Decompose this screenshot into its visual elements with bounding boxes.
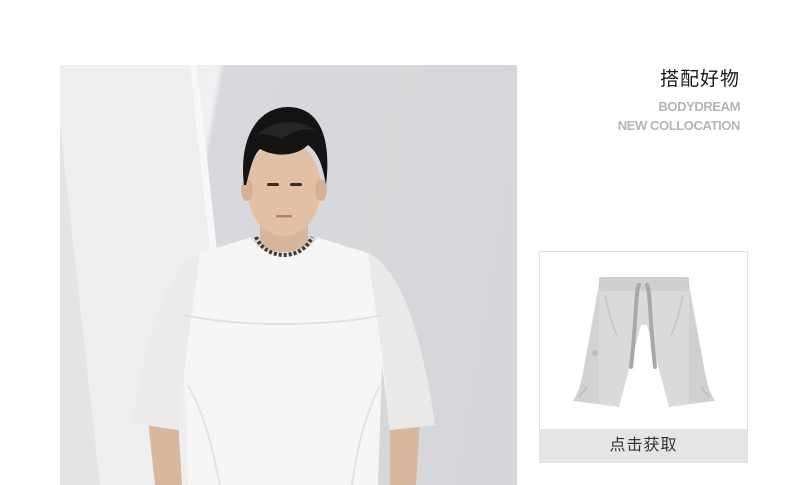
hero-model-image bbox=[60, 65, 517, 485]
product-card-shorts[interactable]: 点击获取 bbox=[539, 251, 748, 463]
get-product-button[interactable]: 点击获取 bbox=[540, 429, 747, 462]
section-subtitle-brand: BODYDREAM bbox=[658, 99, 740, 114]
section-subtitle-collocation: NEW COLLOCATION bbox=[617, 118, 741, 133]
product-image-shorts[interactable] bbox=[543, 255, 744, 429]
section-title: 搭配好物 bbox=[659, 69, 740, 90]
